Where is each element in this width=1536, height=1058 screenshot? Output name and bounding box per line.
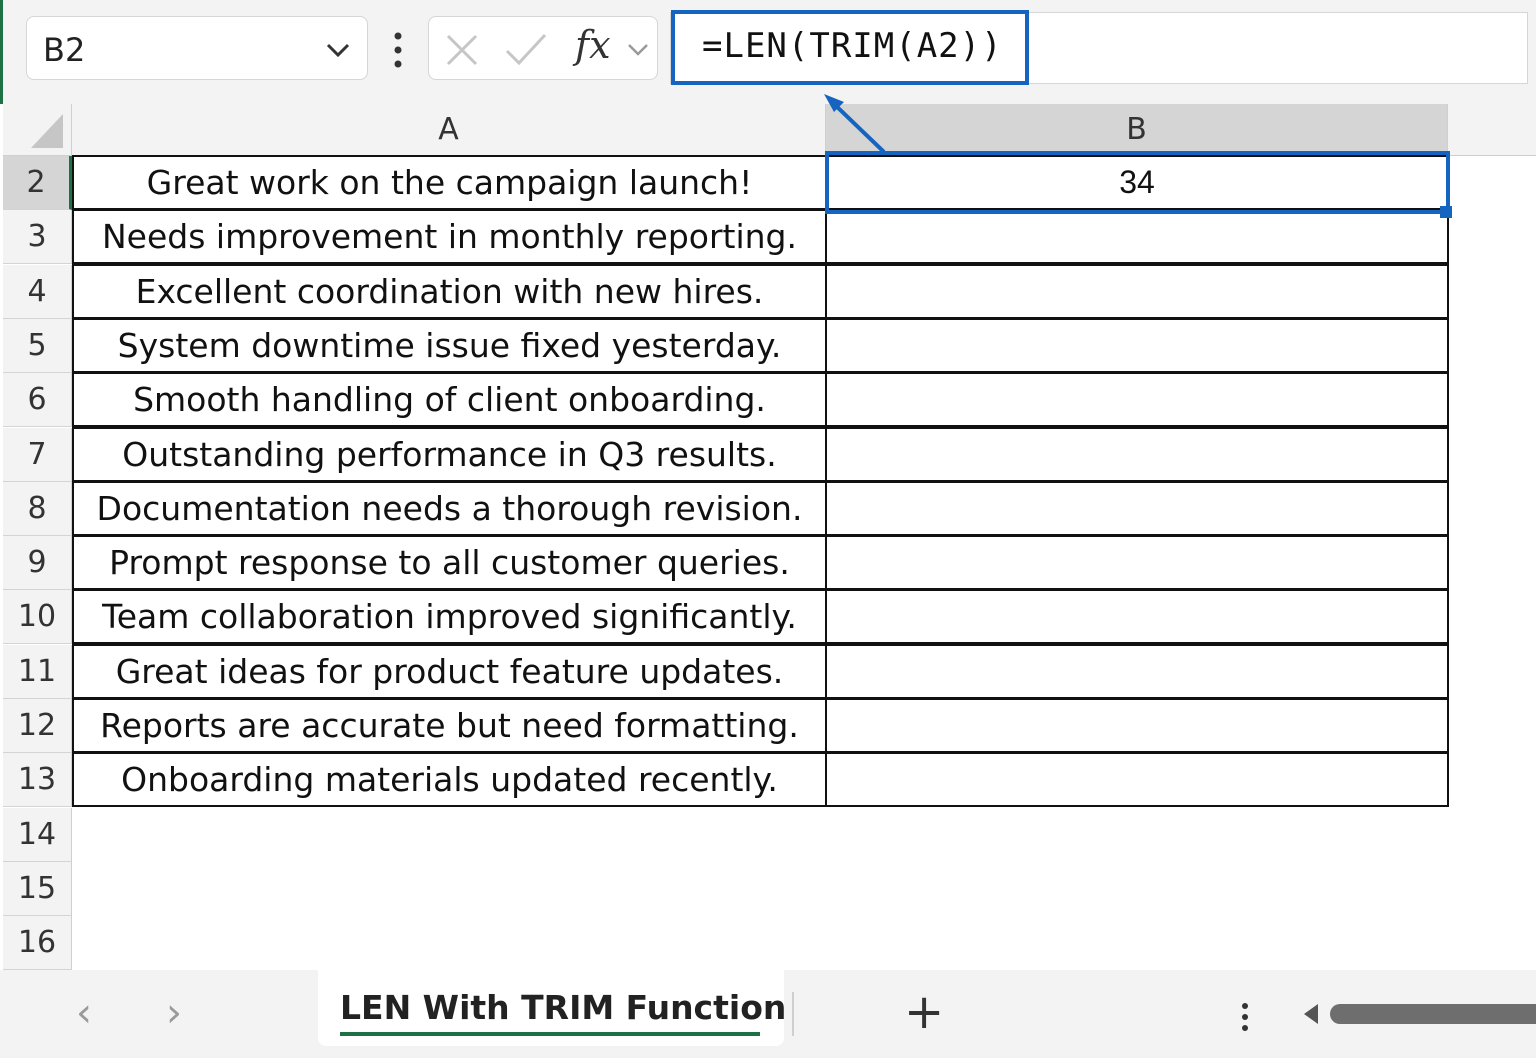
cell-a[interactable]: Documentation needs a thorough revision. xyxy=(72,480,827,536)
cell-b[interactable] xyxy=(825,698,1449,753)
more-options-icon[interactable] xyxy=(1238,1000,1252,1038)
row-header[interactable]: 12 xyxy=(3,699,72,753)
name-box[interactable]: B2 xyxy=(26,16,368,80)
cell-a[interactable]: Outstanding performance in Q3 results. xyxy=(72,426,827,482)
cell-b[interactable] xyxy=(825,209,1449,265)
row-header[interactable]: 14 xyxy=(3,807,72,862)
cell-b[interactable] xyxy=(825,535,1449,591)
sheet-tab-label[interactable]: LEN With TRIM Function xyxy=(340,988,786,1027)
name-box-value: B2 xyxy=(43,31,86,69)
sheet-tab-bar: ‹ › LEN With TRIM Function + xyxy=(0,966,1536,1058)
cell-a[interactable]: Reports are accurate but need formatting… xyxy=(72,698,827,753)
tab-divider xyxy=(792,992,794,1036)
cell-a[interactable]: Great ideas for product feature updates. xyxy=(72,643,827,699)
more-options-icon[interactable] xyxy=(388,28,408,76)
cell-a[interactable]: Prompt response to all customer queries. xyxy=(72,535,827,591)
cell-b[interactable] xyxy=(825,263,1449,319)
row-header[interactable]: 7 xyxy=(3,427,72,482)
cell-b[interactable] xyxy=(825,317,1449,373)
chevron-right-icon[interactable]: › xyxy=(166,990,182,1036)
formula-controls: fx xyxy=(428,16,658,80)
cell-a[interactable]: Team collaboration improved significantl… xyxy=(72,589,827,645)
fill-handle[interactable] xyxy=(1440,206,1452,218)
insert-function-icon[interactable]: fx xyxy=(575,23,611,67)
row-header[interactable]: 4 xyxy=(3,264,72,319)
column-header-empty xyxy=(1448,104,1536,156)
cell-b[interactable] xyxy=(825,480,1449,536)
row-header[interactable]: 3 xyxy=(3,210,72,265)
row-header[interactable]: 5 xyxy=(3,318,72,373)
cell-b[interactable] xyxy=(825,589,1449,645)
row-header[interactable]: 16 xyxy=(3,916,72,971)
cell-b[interactable] xyxy=(825,372,1449,428)
cell-b[interactable] xyxy=(825,643,1449,699)
annotation-arrow xyxy=(824,94,886,154)
row-header[interactable]: 8 xyxy=(3,481,72,536)
chevron-down-icon[interactable] xyxy=(625,37,651,67)
row-header[interactable]: 10 xyxy=(3,590,72,645)
cell-b[interactable] xyxy=(825,752,1449,808)
row-header[interactable]: 13 xyxy=(3,753,72,808)
cell-a[interactable]: Smooth handling of client onboarding. xyxy=(72,372,827,428)
column-header-a[interactable]: A xyxy=(72,104,826,156)
cancel-icon[interactable] xyxy=(443,31,481,73)
cell-b[interactable] xyxy=(825,426,1449,482)
row-header[interactable]: 15 xyxy=(3,861,72,916)
cell-a[interactable]: Excellent coordination with new hires. xyxy=(72,263,827,319)
chevron-down-icon[interactable] xyxy=(323,35,353,69)
row-header[interactable]: 2 xyxy=(3,156,72,210)
row-header[interactable]: 11 xyxy=(3,644,72,699)
row-header[interactable]: 6 xyxy=(3,373,72,428)
row-header[interactable]: 9 xyxy=(3,536,72,591)
enter-check-icon[interactable] xyxy=(503,31,549,73)
worksheet-grid: A B 2 Great work on the campaign launch! 3… xyxy=(0,94,1536,971)
cell-a[interactable]: Onboarding materials updated recently. xyxy=(72,752,827,808)
cell-b[interactable]: 34 xyxy=(825,155,1449,210)
horizontal-scrollbar-thumb[interactable] xyxy=(1330,1004,1536,1024)
cell-a[interactable]: System downtime issue fixed yesterday. xyxy=(72,317,827,373)
scroll-left-arrow-icon[interactable] xyxy=(1300,1002,1322,1030)
select-all-corner[interactable] xyxy=(3,104,72,156)
cell-a[interactable]: Needs improvement in monthly reporting. xyxy=(72,209,827,265)
active-sheet-underline xyxy=(340,1032,760,1036)
add-sheet-icon[interactable]: + xyxy=(904,984,944,1040)
cell-a[interactable]: Great work on the campaign launch! xyxy=(72,155,827,210)
chevron-left-icon[interactable]: ‹ xyxy=(76,990,92,1036)
